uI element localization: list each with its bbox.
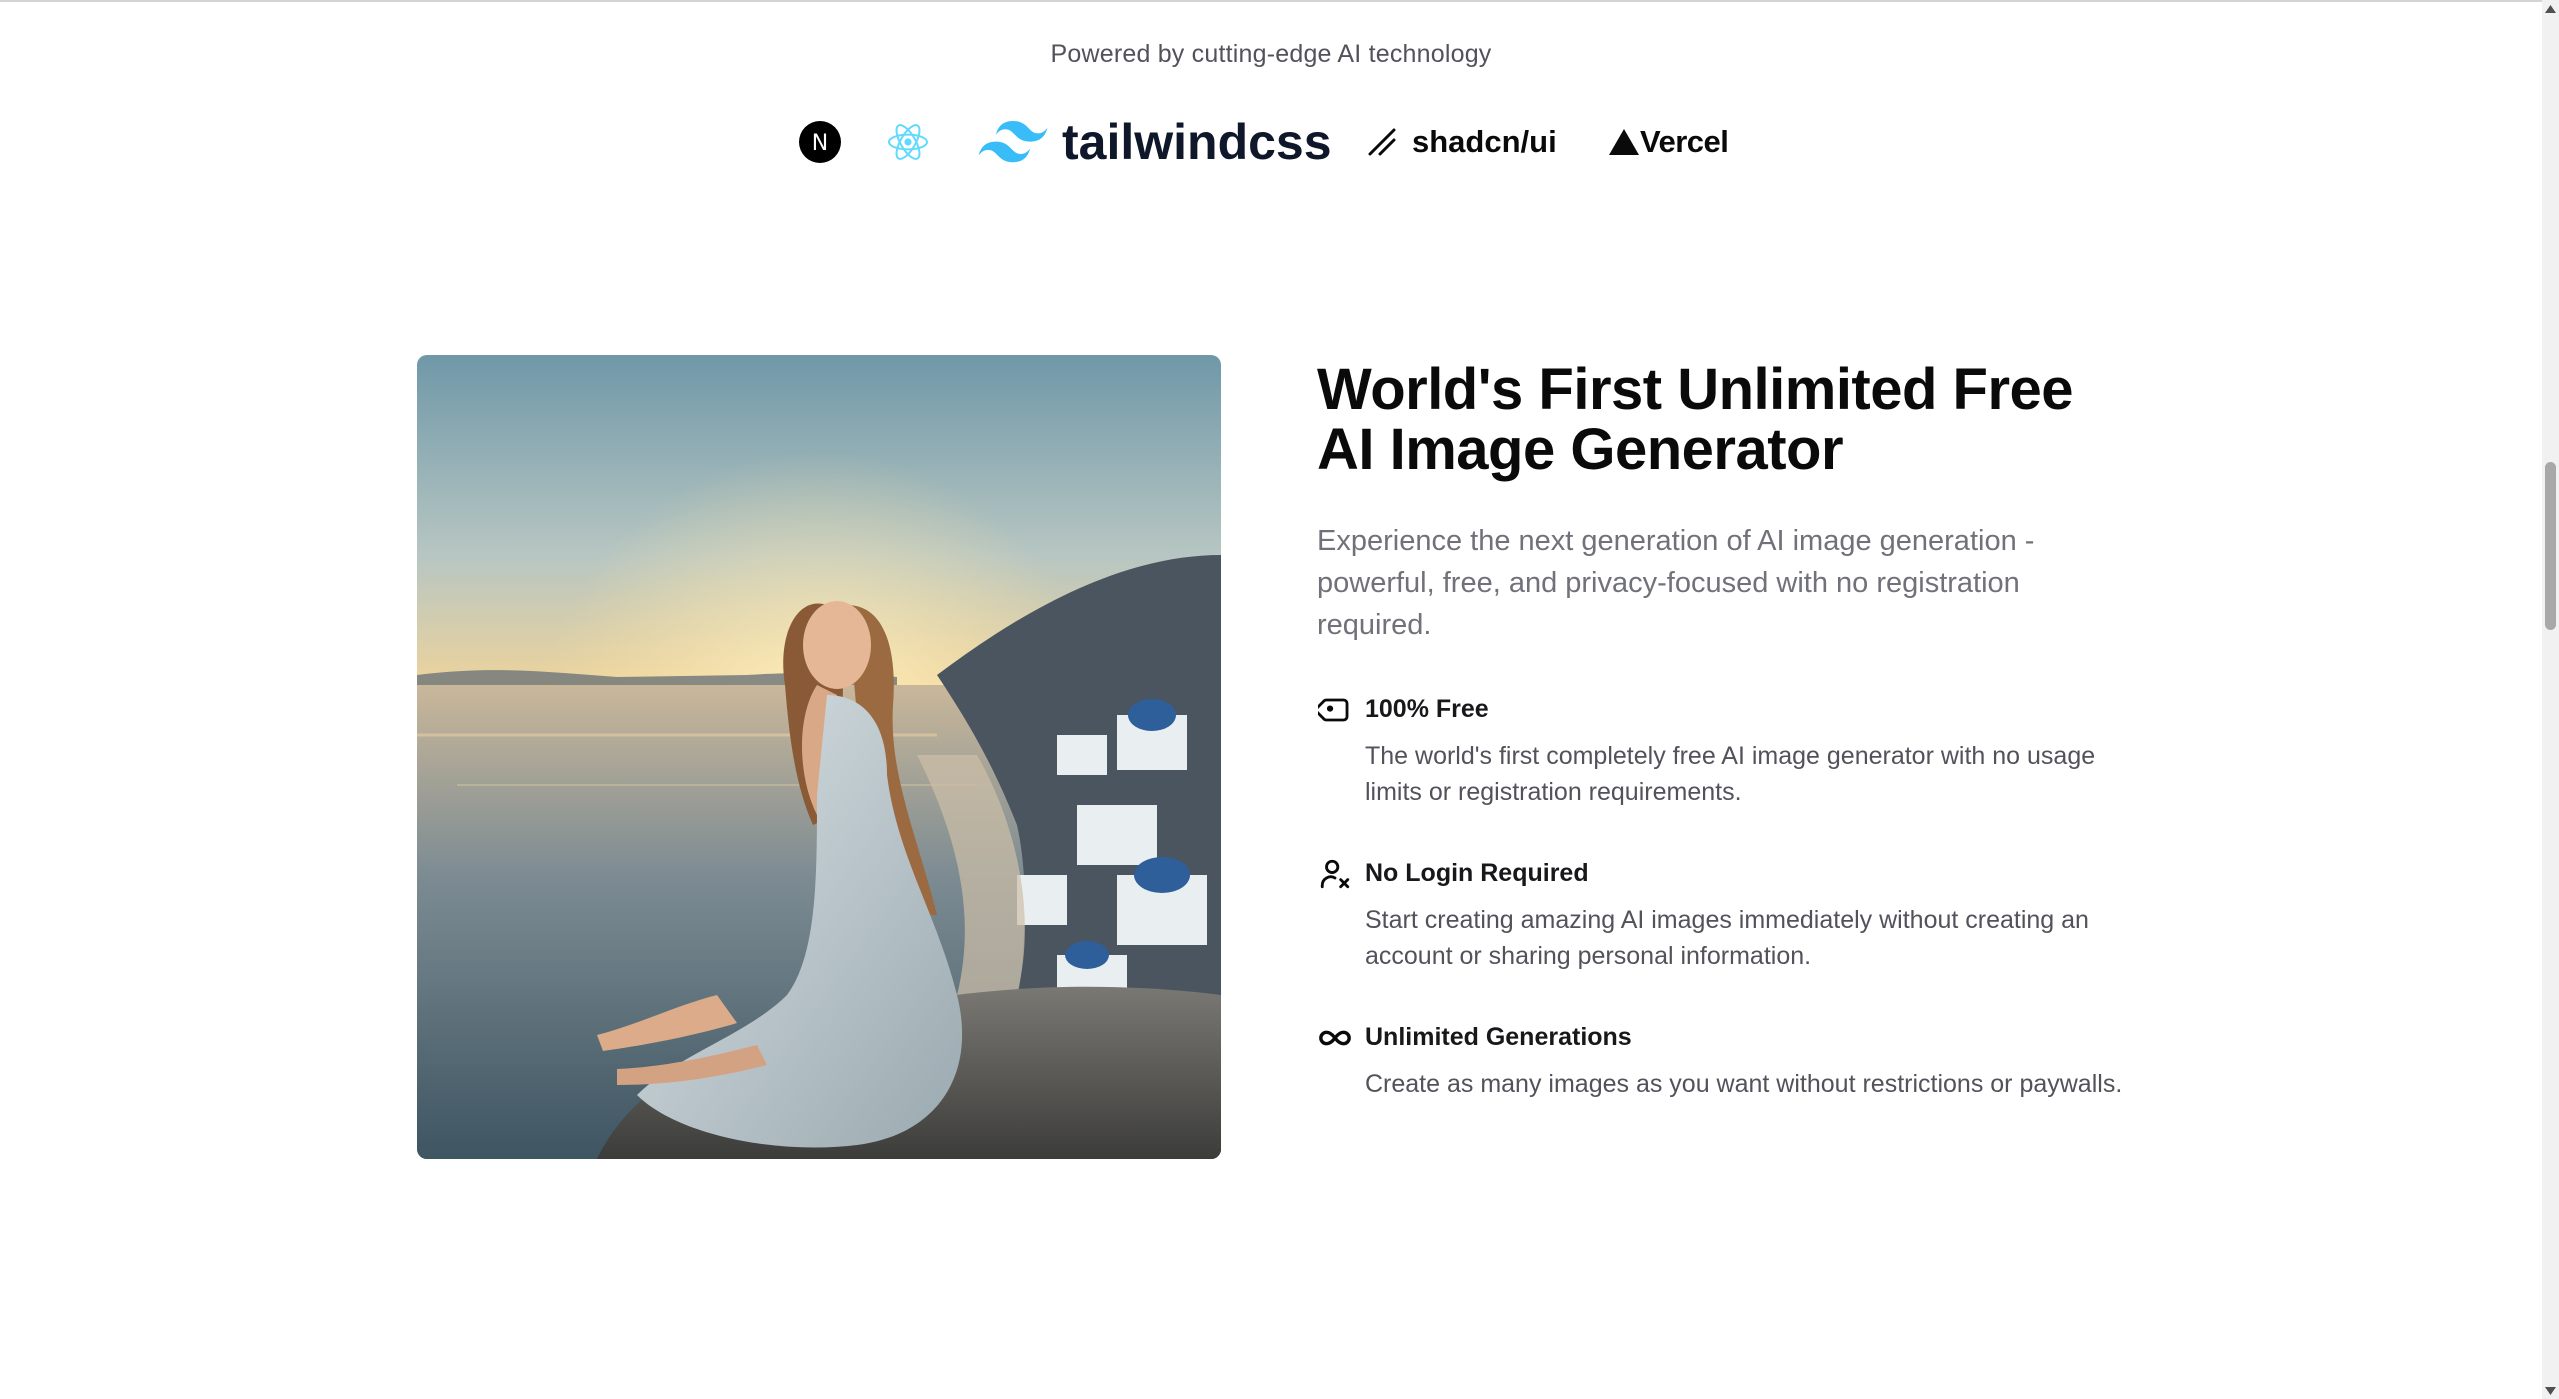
hero-subtitle: Experience the next generation of AI ima… [1317, 525, 2035, 641]
feature-description: The world's first completely free AI ima… [1365, 742, 2096, 806]
nextjs-logo-icon: N [798, 120, 842, 164]
tailwind-logo: tailwindcss [978, 112, 1332, 172]
tag-icon [1317, 692, 1353, 728]
shadcn-wordmark: shadcn/ui [1412, 124, 1557, 159]
shadcn-logo-icon [1368, 128, 1396, 156]
vertical-scrollbar[interactable] [2542, 0, 2559, 1399]
top-divider [0, 0, 2542, 2]
powered-by-text: Powered by cutting-edge AI technology [1050, 40, 1492, 68]
tailwind-wordmark: tailwindcss [1062, 114, 1332, 170]
feature-unlimited: Unlimited Generations Create as many ima… [1317, 1020, 2137, 1102]
vercel-logo: Vercel [1608, 120, 1729, 164]
scroll-down-arrow-icon[interactable] [2542, 1382, 2559, 1399]
scroll-up-arrow-icon[interactable] [2542, 0, 2559, 17]
feature-no-login: No Login Required Start creating amazing… [1317, 856, 2137, 974]
vercel-wordmark: Vercel [1640, 124, 1729, 159]
svg-text:N: N [812, 131, 828, 156]
feature-title: 100% Free [1365, 695, 1489, 723]
user-x-icon [1317, 856, 1353, 892]
page-title: World's First Unlimited Free AI Image Ge… [1317, 357, 2074, 482]
feature-description: Start creating amazing AI images immedia… [1365, 906, 2089, 970]
feature-description: Create as many images as you want withou… [1365, 1070, 2123, 1098]
hero-photo [417, 355, 1221, 1159]
vercel-triangle-icon [1609, 129, 1639, 155]
tech-logos-row: N tailwindcss shadcn/ui Vercel [0, 112, 2542, 172]
feature-free: 100% Free The world's first completely f… [1317, 692, 2137, 810]
feature-title: Unlimited Generations [1365, 1023, 1632, 1051]
react-logo-icon [886, 120, 930, 164]
feature-section: World's First Unlimited Free AI Image Ge… [1317, 360, 2137, 1102]
tailwind-logo-icon [978, 121, 1048, 163]
infinity-icon [1317, 1020, 1353, 1056]
feature-title: No Login Required [1365, 859, 1589, 887]
page: Powered by cutting-edge AI technology N [0, 0, 2559, 1399]
scrollbar-thumb[interactable] [2545, 462, 2556, 630]
shadcn-logo: shadcn/ui [1366, 120, 1557, 164]
woman-by-sea-photo [417, 355, 1221, 1159]
